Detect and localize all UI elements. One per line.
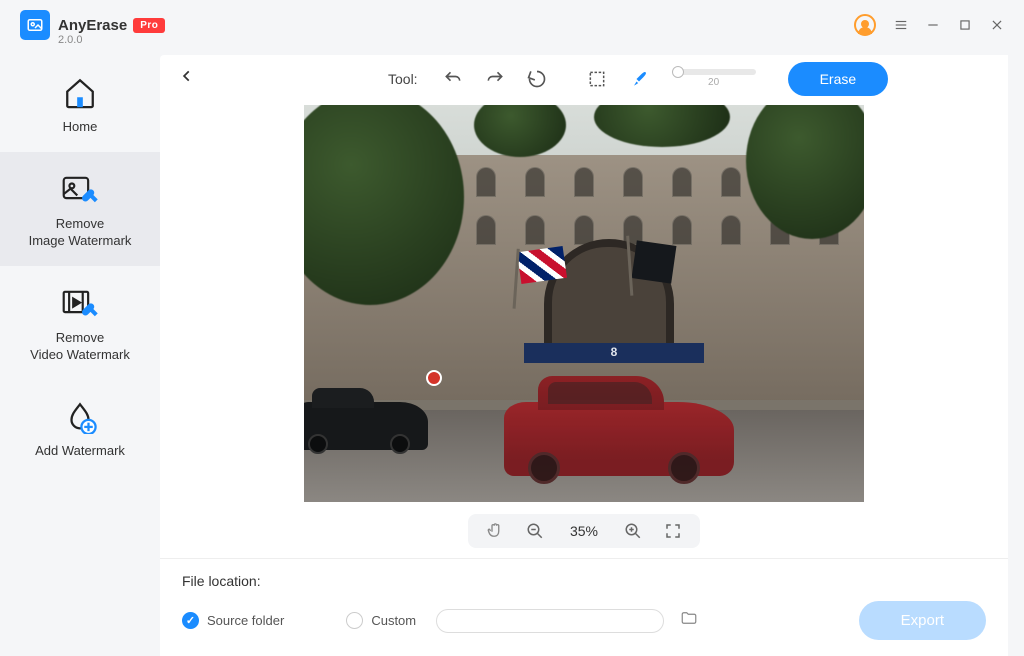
sidebar: Home Remove Image Watermark Remove Video… <box>0 55 160 656</box>
black-car <box>304 402 428 450</box>
maximize-icon[interactable] <box>958 18 972 32</box>
app-logo <box>20 10 50 40</box>
awning-number: 8 <box>611 345 618 359</box>
image-canvas[interactable]: 8 <box>304 105 864 502</box>
nav-add-watermark[interactable]: Add Watermark <box>0 379 160 476</box>
back-button[interactable] <box>176 65 198 92</box>
nav-home-label: Home <box>63 119 98 136</box>
selected-car-mask <box>504 402 734 476</box>
brush-tool-button[interactable] <box>626 66 652 92</box>
nav-add-watermark-label: Add Watermark <box>35 443 125 460</box>
select-tool-button[interactable] <box>584 66 610 92</box>
add-watermark-icon <box>60 399 100 435</box>
app-title: AnyErase <box>58 17 127 34</box>
close-icon[interactable] <box>990 18 1004 32</box>
remove-video-icon <box>60 286 100 322</box>
zoom-value: 35% <box>566 523 602 539</box>
home-icon <box>60 75 100 111</box>
menu-icon[interactable] <box>894 18 908 32</box>
radio-checked-icon <box>182 612 199 629</box>
custom-folder-label: Custom <box>371 613 416 628</box>
nav-home[interactable]: Home <box>0 55 160 152</box>
nav-remove-image-label: Remove Image Watermark <box>29 216 132 250</box>
remove-image-icon <box>60 172 100 208</box>
nav-remove-video[interactable]: Remove Video Watermark <box>0 266 160 380</box>
nav-remove-image[interactable]: Remove Image Watermark <box>0 152 160 266</box>
brush-size-slider[interactable]: 20 <box>672 69 756 88</box>
titlebar: AnyErase Pro 2.0.0 <box>0 0 1024 50</box>
undo-button[interactable] <box>440 66 466 92</box>
brush-size-value: 20 <box>708 77 719 88</box>
tool-label: Tool: <box>388 71 418 87</box>
erase-button[interactable]: Erase <box>788 62 889 96</box>
reset-button[interactable] <box>524 66 550 92</box>
pan-button[interactable] <box>486 522 504 540</box>
uk-flag <box>517 246 567 284</box>
redo-button[interactable] <box>482 66 508 92</box>
zoom-in-button[interactable] <box>624 522 642 540</box>
content: Tool: 20 Erase 8 <box>160 55 1008 656</box>
pro-badge: Pro <box>133 18 165 33</box>
custom-folder-option[interactable]: Custom <box>346 612 416 629</box>
toolbar: Tool: 20 Erase <box>160 55 1008 103</box>
file-location-label: File location: <box>182 573 986 589</box>
source-folder-option[interactable]: Source folder <box>182 612 284 629</box>
export-button[interactable]: Export <box>859 601 986 640</box>
browse-folder-button[interactable] <box>680 609 698 632</box>
custom-path-input[interactable] <box>436 609 664 633</box>
canvas-area: 8 <box>160 103 1008 502</box>
source-folder-label: Source folder <box>207 613 284 628</box>
zoom-out-button[interactable] <box>526 522 544 540</box>
nav-remove-video-label: Remove Video Watermark <box>30 330 130 364</box>
minimize-icon[interactable] <box>926 18 940 32</box>
dark-flag <box>632 240 677 283</box>
fullscreen-button[interactable] <box>664 522 682 540</box>
account-icon[interactable] <box>854 14 876 36</box>
footer: File location: Source folder Custom Expo… <box>160 558 1008 656</box>
app-version: 2.0.0 <box>58 34 82 46</box>
radio-unchecked-icon <box>346 612 363 629</box>
zoom-bar: 35% <box>160 502 1008 558</box>
